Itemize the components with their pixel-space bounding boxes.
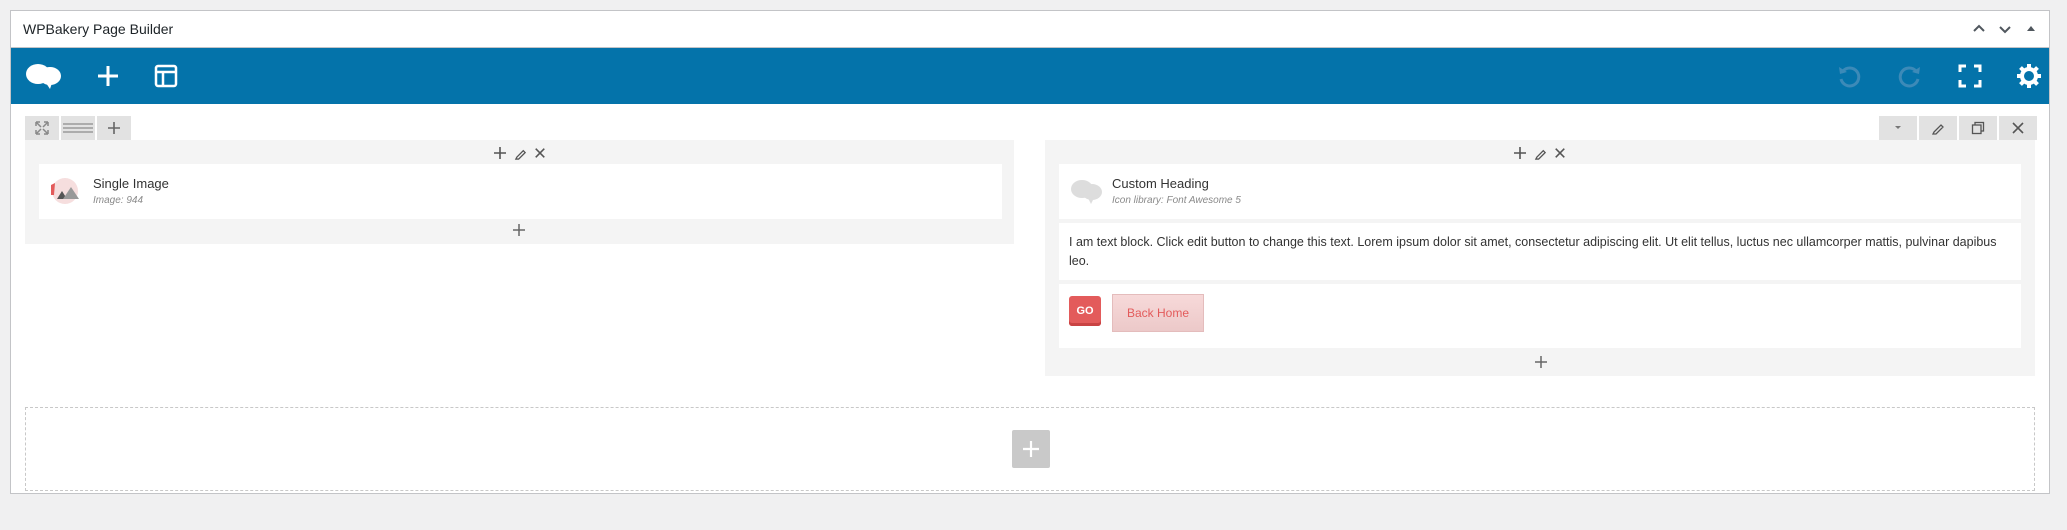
element-custom-heading[interactable]: Custom Heading Icon library: Font Awesom… — [1059, 164, 2021, 219]
element-title: Custom Heading — [1112, 176, 1209, 191]
back-home-button[interactable]: Back Home — [1112, 294, 1204, 332]
add-section-area — [25, 407, 2035, 491]
column-left: Single Image Image: 944 — [25, 140, 1014, 244]
add-column-icon[interactable] — [97, 116, 131, 140]
triangle-up-icon[interactable] — [2021, 19, 2041, 39]
wpbakery-logo-icon[interactable] — [23, 56, 63, 96]
single-image-icon — [47, 177, 83, 205]
column-right: Custom Heading Icon library: Font Awesom… — [1045, 140, 2035, 376]
add-element-in-column-icon[interactable] — [509, 220, 529, 240]
postbox-header: WPBakery Page Builder — [11, 11, 2049, 48]
add-element-in-column-icon[interactable] — [1531, 352, 1551, 372]
edit-icon[interactable] — [1919, 116, 1957, 140]
toggle-icon[interactable] — [1879, 116, 1917, 140]
postbox-controls — [1969, 19, 2041, 39]
delete-icon[interactable] — [1999, 116, 2037, 140]
add-icon[interactable] — [1511, 144, 1529, 162]
templates-icon[interactable] — [146, 56, 186, 96]
element-subtitle: Icon library: Font Awesome 5 — [1112, 195, 1241, 206]
clone-icon[interactable] — [1959, 116, 1997, 140]
row-controls-right — [1879, 116, 2037, 140]
wpbakery-navbar — [11, 48, 2049, 104]
close-icon[interactable] — [1551, 144, 1569, 162]
add-element-icon[interactable] — [88, 56, 128, 96]
move-icon[interactable] — [25, 116, 59, 140]
settings-icon[interactable] — [2009, 56, 2049, 96]
fullscreen-icon[interactable] — [1950, 56, 1990, 96]
column-controls — [1511, 144, 1569, 162]
pencil-icon[interactable] — [1531, 144, 1549, 162]
editor-area: Single Image Image: 944 Custom Heading I… — [11, 104, 2049, 494]
column-controls — [491, 144, 549, 162]
text-block-content: I am text block. Click edit button to ch… — [1069, 235, 1997, 268]
element-single-image[interactable]: Single Image Image: 944 — [39, 164, 1002, 219]
close-icon[interactable] — [531, 144, 549, 162]
element-buttons[interactable]: GO Back Home — [1059, 284, 2021, 348]
chevron-down-icon[interactable] — [1995, 19, 2015, 39]
pencil-icon[interactable] — [511, 144, 529, 162]
add-section-icon[interactable] — [1012, 430, 1050, 468]
custom-heading-icon — [1069, 177, 1103, 205]
row-controls — [25, 116, 131, 140]
wpbakery-postbox: WPBakery Page Builder Single Image Image… — [10, 10, 2050, 494]
undo-icon[interactable] — [1829, 56, 1869, 96]
postbox-title: WPBakery Page Builder — [23, 21, 174, 37]
redo-icon[interactable] — [1890, 56, 1930, 96]
go-button[interactable]: GO — [1069, 296, 1101, 326]
add-icon[interactable] — [491, 144, 509, 162]
element-text-block[interactable]: I am text block. Click edit button to ch… — [1059, 223, 2021, 280]
element-title: Single Image — [93, 176, 169, 191]
chevron-up-icon[interactable] — [1969, 19, 1989, 39]
layout-icon[interactable] — [61, 116, 95, 140]
element-subtitle: Image: 944 — [93, 195, 144, 206]
